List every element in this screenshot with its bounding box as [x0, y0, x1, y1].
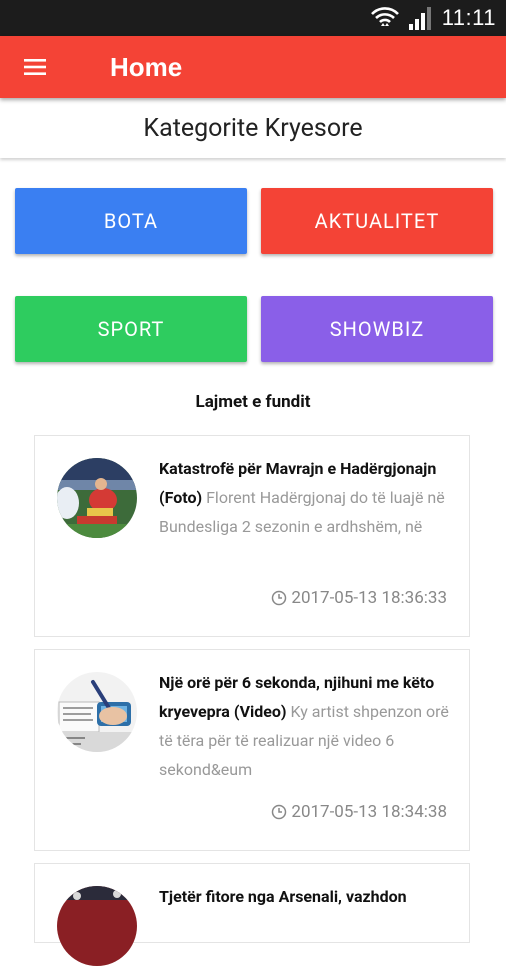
signal-icon: [408, 7, 431, 30]
news-date-text: 2017-05-13 18:36:33: [291, 588, 447, 608]
news-date: 2017-05-13 18:36:33: [271, 588, 447, 608]
menu-button[interactable]: [0, 36, 70, 98]
clock-icon: [272, 590, 287, 606]
news-title: Tjetër fitore nga Arsenali, vazhdon: [159, 887, 407, 906]
news-thumbnail: [57, 672, 137, 752]
news-thumbnail: [57, 886, 137, 966]
category-button-showbiz[interactable]: SHOWBIZ: [261, 296, 493, 362]
football-player-photo-icon: [57, 458, 137, 538]
news-date: 2017-05-13 18:34:38: [271, 802, 447, 822]
status-bar: 11:11: [0, 0, 506, 36]
category-button-bota[interactable]: BOTA: [15, 188, 247, 254]
news-text: Tjetër fitore nga Arsenali, vazhdon: [159, 882, 451, 911]
wifi-icon: [370, 7, 399, 26]
news-text: Një orë për 6 sekonda, njihuni me këto k…: [159, 668, 451, 784]
latest-news-heading: Lajmet e fundit: [195, 392, 311, 412]
news-thumbnail: [57, 458, 137, 538]
stadium-photo-icon: [57, 886, 137, 966]
category-button-aktualitet[interactable]: AKTUALITET: [261, 188, 493, 254]
hamburger-menu-icon: [24, 59, 46, 75]
drawing-hand-photo-icon: [57, 672, 137, 752]
news-card[interactable]: Tjetër fitore nga Arsenali, vazhdon: [34, 863, 470, 966]
page-title: Home: [110, 51, 183, 82]
category-button-sport[interactable]: SPORT: [15, 296, 247, 362]
news-card[interactable]: Një orë për 6 sekonda, njihuni me këto k…: [34, 649, 470, 851]
news-card[interactable]: Katastrofë për Mavrajn e Hadërgjonajn (F…: [34, 435, 470, 637]
news-text: Katastrofë për Mavrajn e Hadërgjonajn (F…: [159, 454, 451, 541]
status-time: 11:11: [441, 5, 496, 30]
section-title: Kategorite Kryesore: [0, 98, 506, 158]
clock-icon: [272, 804, 287, 820]
news-date-text: 2017-05-13 18:34:38: [291, 802, 447, 822]
app-bar: Home: [0, 36, 506, 98]
